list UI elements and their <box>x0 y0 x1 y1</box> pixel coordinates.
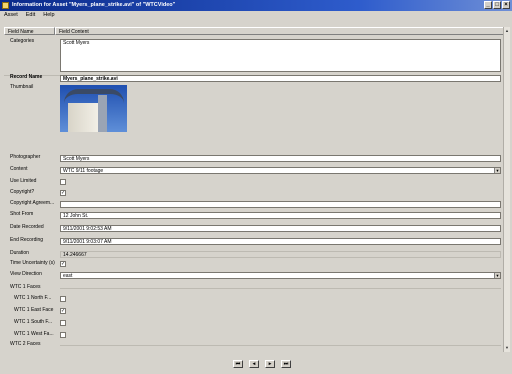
chevron-down-icon[interactable]: ▼ <box>494 168 500 173</box>
chevron-down-icon[interactable]: ▼ <box>494 273 500 278</box>
column-header-field-name[interactable]: Field Name <box>4 27 55 35</box>
use-limited-label: Use Limited <box>10 178 37 184</box>
copyright-label: Copyright? <box>10 189 35 195</box>
view-direction-select[interactable]: east ▼ <box>60 272 501 279</box>
categories-label: Categories <box>10 38 35 44</box>
field-list: Categories Scott Myers Record Name Myers… <box>4 35 501 352</box>
thumbnail-label: Thumbnail <box>10 84 34 90</box>
wtc1-west-checkbox[interactable] <box>60 332 66 338</box>
copyright-agreement-field[interactable] <box>60 201 501 208</box>
date-recorded-field[interactable]: 9/11/2001 9:02:53 AM <box>60 225 501 232</box>
menu-bar: Asset Edit Help <box>0 11 512 20</box>
menu-edit[interactable]: Edit <box>22 11 39 20</box>
menu-help[interactable]: Help <box>39 11 58 20</box>
minimize-button[interactable]: _ <box>484 1 492 9</box>
photographer-field[interactable]: Scott Myers <box>60 155 501 162</box>
wtc1-south-checkbox[interactable] <box>60 320 66 326</box>
content-select-value: WTC 9/11 footage <box>63 168 104 174</box>
maximize-button[interactable]: □ <box>493 1 501 9</box>
title-bar: Information for Asset "Myers_plane_strik… <box>0 0 512 11</box>
wtc1-west-label: WTC 1 West Fa... <box>14 331 54 337</box>
use-limited-checkbox[interactable] <box>60 179 66 185</box>
menu-asset[interactable]: Asset <box>0 11 22 20</box>
view-direction-label: View Direction <box>10 271 42 277</box>
app-icon <box>2 2 9 9</box>
close-button[interactable]: × <box>502 1 510 9</box>
previous-record-button[interactable]: ◂ <box>249 360 259 368</box>
vertical-scrollbar[interactable]: ▲ ▼ <box>503 27 510 352</box>
window-title: Information for Asset "Myers_plane_strik… <box>12 2 176 8</box>
wtc1-north-checkbox[interactable] <box>60 296 66 302</box>
shot-from-field[interactable]: 12 John St. <box>60 212 501 219</box>
date-recorded-label: Date Recorded <box>10 224 44 230</box>
shot-from-label: Shot From <box>10 211 34 217</box>
asset-info-window: Information for Asset "Myers_plane_strik… <box>0 0 512 374</box>
wtc1-east-label: WTC 1 East Face <box>14 307 54 313</box>
time-uncertainty-checkbox[interactable]: ✓ <box>60 261 66 267</box>
duration-value: 14.246667 <box>60 251 501 258</box>
thumbnail-image[interactable] <box>60 85 127 132</box>
scroll-up-icon[interactable]: ▲ <box>504 28 510 34</box>
wtc2-faces-label: WTC 2 Faces <box>10 341 41 347</box>
record-name-label: Record Name <box>10 74 43 80</box>
content-label: Content <box>10 166 28 172</box>
view-direction-value: east <box>63 273 73 279</box>
column-headers: Field Name Field Content <box>4 27 510 35</box>
wtc1-east-checkbox[interactable]: ✓ <box>60 308 66 314</box>
last-record-button[interactable]: ⏭ <box>281 360 291 368</box>
copyright-agreement-label: Copyright Agreem... <box>10 200 55 206</box>
first-record-button[interactable]: ⏮ <box>233 360 243 368</box>
wtc1-north-label: WTC 1 North F... <box>14 295 52 301</box>
end-recording-field[interactable]: 9/11/2001 9:03:07 AM <box>60 238 501 245</box>
photographer-label: Photographer <box>10 154 41 160</box>
duration-label: Duration <box>10 250 29 256</box>
time-uncertainty-label: Time Uncertainty (s) <box>10 260 55 266</box>
content-select[interactable]: WTC 9/11 footage ▼ <box>60 167 501 174</box>
copyright-checkbox[interactable]: ✓ <box>60 190 66 196</box>
scroll-down-icon[interactable]: ▼ <box>504 345 510 351</box>
wtc1-south-label: WTC 1 South F... <box>14 319 53 325</box>
end-recording-label: End Recording <box>10 237 44 243</box>
column-header-field-content[interactable]: Field Content <box>55 27 510 35</box>
next-record-button[interactable]: ▸ <box>265 360 275 368</box>
categories-field[interactable]: Scott Myers <box>60 39 501 72</box>
record-name-field[interactable]: Myers_plane_strike.avi <box>60 75 501 82</box>
wtc1-faces-label: WTC 1 Faces <box>10 284 41 290</box>
